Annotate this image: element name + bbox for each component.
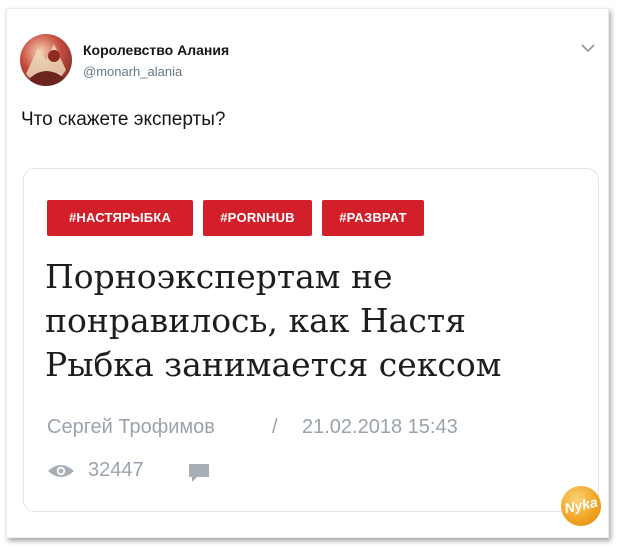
chevron-down-icon[interactable] xyxy=(578,38,598,58)
author-display-name[interactable]: Королевство Алания xyxy=(83,42,229,58)
tag-pornhub[interactable]: #PORNHUB xyxy=(203,200,312,236)
article-author: Сергей Трофимов xyxy=(47,416,215,438)
headline-line: понравилось, как Настя xyxy=(45,301,466,340)
article-datetime: 21.02.2018 15:43 xyxy=(302,416,458,438)
tag-nastyarybka[interactable]: #НАСТЯРЫБКА xyxy=(47,200,193,236)
headline-line: Порноэкспертам не xyxy=(45,257,393,296)
logo-text: Nyka xyxy=(562,493,600,517)
avatar[interactable] xyxy=(20,34,72,86)
meta-separator: / xyxy=(272,416,278,438)
tweet-text: Что скажете эксперты? xyxy=(21,109,226,130)
headline-line: Рыбка занимается сексом xyxy=(45,345,502,384)
avatar-image xyxy=(26,44,66,86)
author-handle[interactable]: @monarh_alania xyxy=(83,64,182,79)
eye-icon xyxy=(48,465,74,477)
article-headline[interactable]: Порноэкспертам не понравилось, как Настя… xyxy=(45,255,585,387)
views-count: 32447 xyxy=(88,459,144,481)
site-logo: Nyka xyxy=(561,486,601,526)
tag-razvrat[interactable]: #РАЗВРАТ xyxy=(322,200,424,236)
comment-icon[interactable] xyxy=(188,463,210,483)
